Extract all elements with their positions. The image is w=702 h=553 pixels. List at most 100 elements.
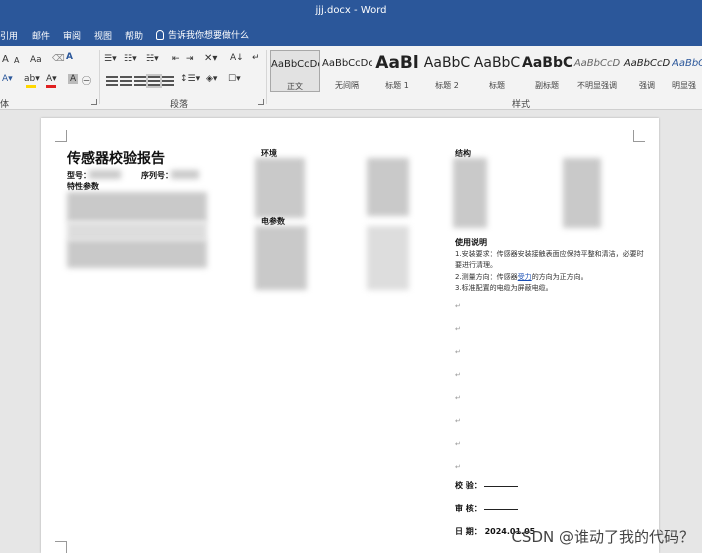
paragraph-mark: ↵ bbox=[455, 348, 461, 356]
grow-font-button[interactable]: A bbox=[2, 54, 9, 65]
style-sample: AaBbCcD bbox=[623, 58, 671, 69]
document-page[interactable]: 传感器校验报告 型号： 序列号： 特性参数 环境 电参数 结构 使用说明 1.安… bbox=[41, 118, 659, 553]
watermark: CSDN @谁动了我的代码？ bbox=[511, 528, 694, 546]
tab-mailings[interactable]: 邮件 bbox=[32, 29, 50, 42]
font-color-swatch bbox=[46, 85, 56, 88]
style-heading-2[interactable]: AaBbC 标题 2 bbox=[422, 50, 472, 92]
style-sample: AaBbCcD bbox=[573, 58, 621, 69]
style-name: 标题 2 bbox=[435, 81, 459, 90]
date-label: 日 期： bbox=[455, 527, 482, 536]
paragraph-dialog-launcher[interactable] bbox=[258, 99, 264, 105]
redacted-table bbox=[563, 158, 601, 228]
tab-references[interactable]: 引用 bbox=[0, 29, 18, 42]
style-sample: AaBbC bbox=[473, 55, 521, 71]
style-name: 强调 bbox=[639, 81, 655, 90]
align-center-icon[interactable] bbox=[120, 76, 132, 86]
document-canvas[interactable]: 传感器校验报告 型号： 序列号： 特性参数 环境 电参数 结构 使用说明 1.安… bbox=[0, 110, 702, 553]
tab-help[interactable]: 帮助 bbox=[125, 29, 143, 42]
style-subtitle[interactable]: AaBbC 副标题 bbox=[522, 50, 572, 92]
highlight-icon[interactable]: ab▾ bbox=[24, 74, 40, 84]
show-marks-icon[interactable]: ↵ bbox=[252, 53, 260, 63]
style-name: 无间隔 bbox=[335, 81, 359, 90]
style-sample: AaBbCc bbox=[672, 58, 702, 69]
style-subtle-emphasis[interactable]: AaBbCcD 不明显强调 bbox=[572, 50, 622, 92]
justify-icon[interactable] bbox=[146, 74, 162, 88]
usage-item-3: 3.标准配置的电缆为屏蔽电缆。 bbox=[455, 284, 553, 292]
styles-group-label: 样式 bbox=[512, 100, 531, 110]
usage-link[interactable]: 受力 bbox=[518, 273, 532, 281]
styles-gallery: AaBbCcDc 正文 AaBbCcDc 无间隔 AaBl 标题 1 AaBbC… bbox=[270, 50, 702, 94]
style-title[interactable]: AaBbC 标题 bbox=[472, 50, 522, 92]
clear-format-icon[interactable]: ⌫ bbox=[52, 54, 65, 64]
distributed-icon[interactable] bbox=[162, 76, 174, 86]
style-heading-1[interactable]: AaBl 标题 1 bbox=[372, 50, 422, 92]
redacted-table bbox=[255, 226, 307, 290]
style-sample: AaBbCcDc bbox=[271, 59, 319, 70]
redacted-table bbox=[67, 192, 207, 222]
check-label: 校 验： bbox=[455, 481, 482, 490]
window-title: jjj.docx - Word bbox=[315, 5, 387, 16]
line-spacing-icon[interactable]: ↕☰▾ bbox=[180, 74, 200, 84]
shrink-font-button[interactable]: A bbox=[14, 56, 19, 65]
redacted-table bbox=[67, 240, 207, 268]
change-case-button[interactable]: Aa bbox=[30, 55, 42, 65]
tab-review[interactable]: 审阅 bbox=[63, 29, 81, 42]
usage-item-2-text: 2.测量方向：传感器受力的方向为正方向。 bbox=[455, 273, 588, 281]
style-emphasis[interactable]: AaBbCcD 强调 bbox=[622, 50, 672, 92]
params-label: 特性参数 bbox=[67, 182, 99, 191]
model-label: 型号： bbox=[67, 171, 91, 180]
shading-icon[interactable]: ◈▾ bbox=[206, 74, 217, 84]
tab-view[interactable]: 视图 bbox=[94, 29, 112, 42]
review-label: 审 核： bbox=[455, 504, 482, 513]
paragraph-mark: ↵ bbox=[455, 417, 461, 425]
style-sample: AaBbC bbox=[522, 55, 572, 71]
ribbon: A A Aa ⌫ A A▾ ab▾ A▾ A ㊀ 体 ☰▾ ☷▾ ☵▾ ⇤ ⇥ … bbox=[0, 46, 702, 110]
paragraph-mark: ↵ bbox=[455, 302, 461, 310]
signature-line[interactable] bbox=[483, 486, 518, 487]
borders-icon[interactable]: ☐▾ bbox=[228, 74, 241, 84]
align-right-icon[interactable] bbox=[134, 76, 146, 86]
title-bar: jjj.docx - Word bbox=[0, 0, 702, 24]
group-separator bbox=[266, 50, 267, 104]
paragraph-mark: ↵ bbox=[455, 371, 461, 379]
style-intense-emphasis[interactable]: AaBbCc 明显强 bbox=[672, 50, 702, 92]
redacted-table bbox=[255, 158, 305, 218]
usage-item-1: 1.安装要求：传感器安装接触表面应保持平整和清洁，必要时要进行清理。 bbox=[455, 250, 644, 269]
report-title: 传感器校验报告 bbox=[67, 151, 165, 167]
paragraph-mark: ↵ bbox=[455, 440, 461, 448]
align-left-icon[interactable] bbox=[106, 76, 118, 86]
signature-line[interactable] bbox=[483, 509, 518, 510]
style-name: 正文 bbox=[287, 82, 303, 91]
highlight-color-swatch bbox=[26, 85, 36, 88]
chinese-layout-icon[interactable]: ✕▾ bbox=[204, 53, 217, 64]
paragraph-group-label: 段落 bbox=[170, 100, 189, 110]
paragraph-mark: ↵ bbox=[455, 394, 461, 402]
font-dialog-launcher[interactable] bbox=[91, 99, 97, 105]
font-color-icon[interactable]: A▾ bbox=[46, 74, 57, 84]
tell-me-box[interactable]: 告诉我你想要做什么 bbox=[156, 28, 249, 41]
increase-indent-icon[interactable]: ⇥ bbox=[186, 54, 194, 64]
numbering-icon[interactable]: ☷▾ bbox=[124, 54, 137, 64]
style-name: 标题 bbox=[489, 81, 505, 90]
paragraph-mark: ↵ bbox=[455, 463, 461, 471]
check-line: 校 验： bbox=[455, 480, 520, 491]
style-name: 不明显强调 bbox=[577, 81, 617, 90]
style-name: 标题 1 bbox=[385, 81, 409, 90]
style-sample: AaBbCcDc bbox=[322, 58, 372, 69]
text-effects-icon[interactable]: A▾ bbox=[2, 74, 13, 84]
style-name: 明显强 bbox=[672, 81, 696, 90]
multilevel-list-icon[interactable]: ☵▾ bbox=[146, 54, 159, 64]
review-line: 审 核： bbox=[455, 503, 520, 514]
style-sample: AaBl bbox=[375, 53, 419, 73]
char-border-icon[interactable]: A bbox=[66, 52, 73, 62]
redacted-value bbox=[171, 170, 199, 179]
sort-icon[interactable]: A↓ bbox=[230, 53, 244, 63]
redacted-table bbox=[453, 158, 487, 228]
style-normal[interactable]: AaBbCcDc 正文 bbox=[270, 50, 320, 92]
redacted-table bbox=[367, 158, 409, 216]
style-no-spacing[interactable]: AaBbCcDc 无间隔 bbox=[322, 50, 372, 92]
char-shading-icon[interactable]: A bbox=[68, 74, 79, 84]
bullets-icon[interactable]: ☰▾ bbox=[104, 54, 117, 64]
enclose-char-icon[interactable]: ㊀ bbox=[82, 74, 91, 87]
decrease-indent-icon[interactable]: ⇤ bbox=[172, 54, 180, 64]
